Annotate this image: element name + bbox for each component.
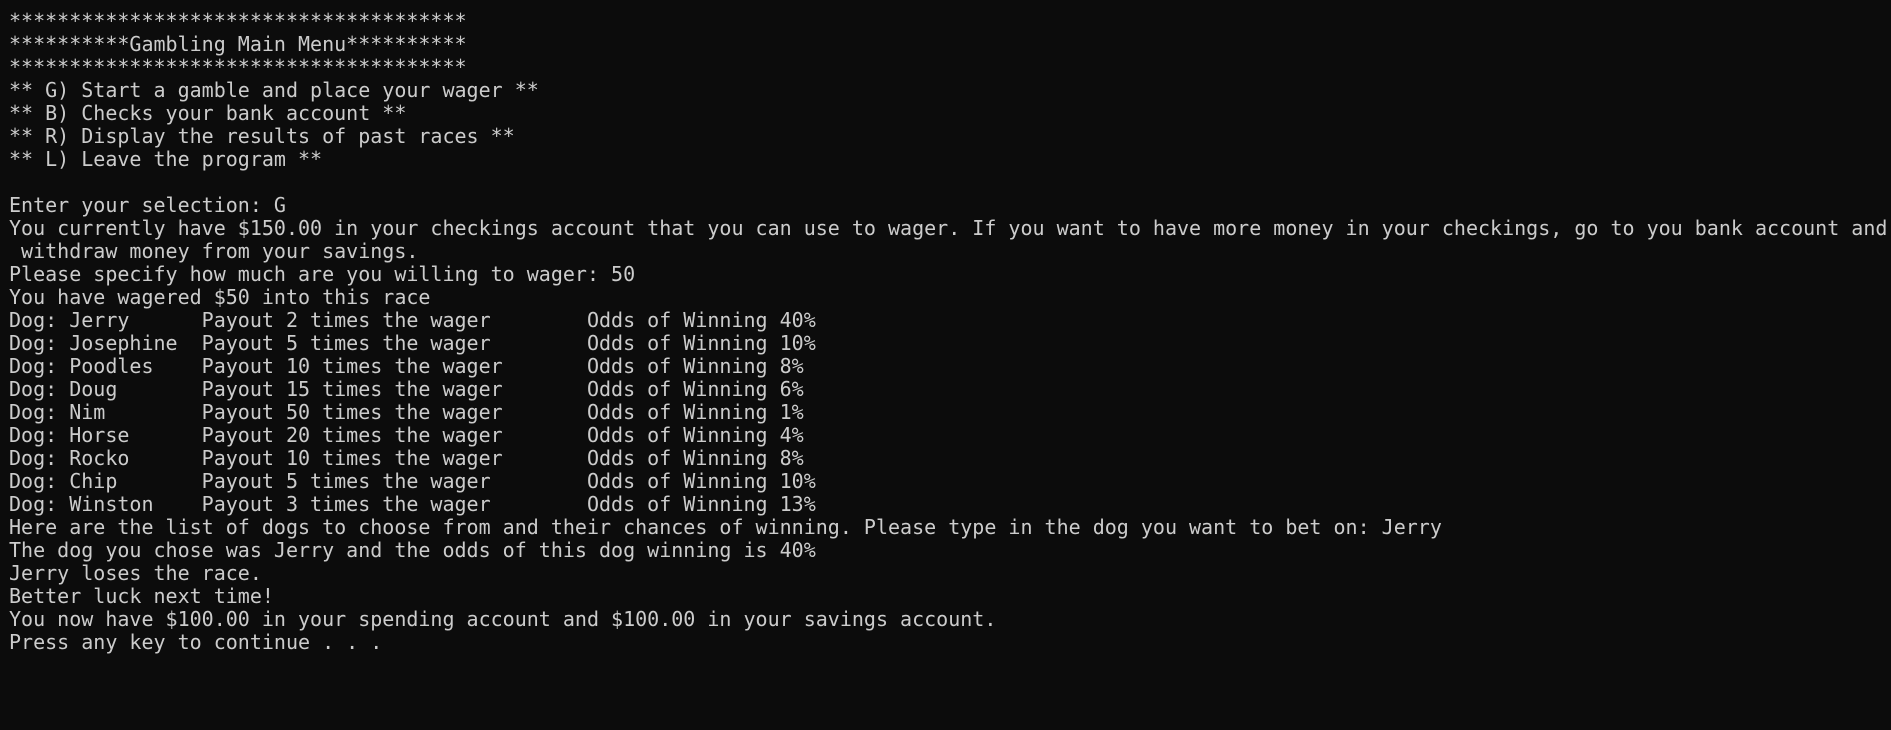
menu-option-results: ** R) Display the results of past races … [9, 124, 515, 148]
wager-confirmation: You have wagered $50 into this race [9, 285, 431, 309]
dog-choice-prompt: Here are the list of dogs to choose from… [9, 515, 1442, 539]
menu-title: **********Gambling Main Menu********** [9, 32, 467, 56]
dog-row-horse: Dog: Horse Payout 20 times the wager Odd… [9, 423, 804, 447]
menu-option-leave: ** L) Leave the program ** [9, 147, 323, 171]
dog-row-winston: Dog: Winston Payout 3 times the wager Od… [9, 492, 816, 516]
menu-border-bottom: ************************************** [9, 55, 467, 79]
checking-balance-message-wrap: withdraw money from your savings. [9, 239, 419, 263]
dog-row-poodles: Dog: Poodles Payout 10 times the wager O… [9, 354, 804, 378]
dog-row-doug: Dog: Doug Payout 15 times the wager Odds… [9, 377, 804, 401]
continue-prompt: Press any key to continue . . . [9, 630, 383, 654]
dog-row-chip: Dog: Chip Payout 5 times the wager Odds … [9, 469, 816, 493]
race-result: Jerry loses the race. [9, 561, 262, 585]
result-message: Better luck next time! [9, 584, 274, 608]
console-window[interactable]: ************************************** *… [0, 0, 1891, 730]
menu-option-gamble: ** G) Start a gamble and place your wage… [9, 78, 539, 102]
account-balance-summary: You now have $100.00 in your spending ac… [9, 607, 997, 631]
dog-row-rocko: Dog: Rocko Payout 10 times the wager Odd… [9, 446, 804, 470]
dog-row-jerry: Dog: Jerry Payout 2 times the wager Odds… [9, 308, 816, 332]
selection-prompt: Enter your selection: G [9, 193, 286, 217]
dog-row-nim: Dog: Nim Payout 50 times the wager Odds … [9, 400, 804, 424]
dog-choice-confirmation: The dog you chose was Jerry and the odds… [9, 538, 816, 562]
wager-prompt: Please specify how much are you willing … [9, 262, 636, 286]
dog-row-josephine: Dog: Josephine Payout 5 times the wager … [9, 331, 816, 355]
menu-option-bank: ** B) Checks your bank account ** [9, 101, 407, 125]
checking-balance-message: You currently have $150.00 in your check… [9, 216, 1888, 240]
menu-border-top: ************************************** [9, 9, 467, 33]
